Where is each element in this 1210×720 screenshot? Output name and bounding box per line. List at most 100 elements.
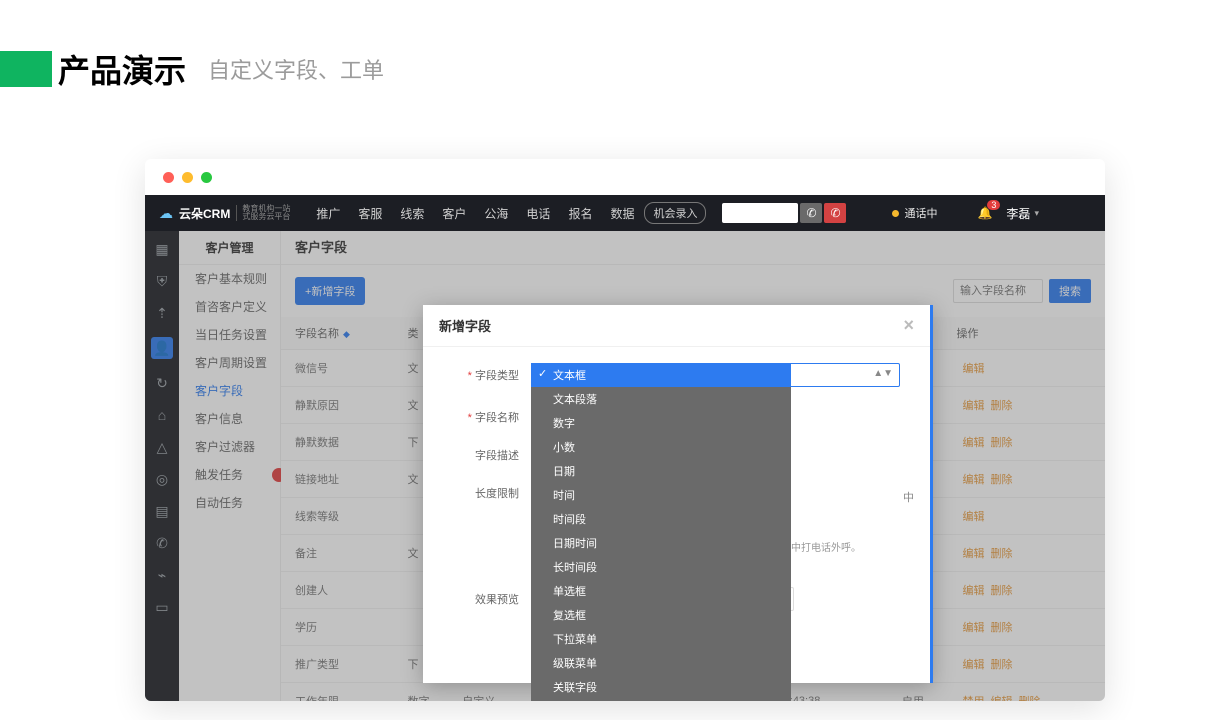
call-button[interactable]: ✆ <box>800 203 822 223</box>
user-icon[interactable]: 👤 <box>151 337 173 359</box>
op-编辑[interactable]: 编辑 <box>991 696 1013 701</box>
nav-item-3[interactable]: 客户 <box>442 205 466 222</box>
brand-name: 云朵CRM <box>179 205 230 222</box>
maximize-dot-icon[interactable] <box>201 172 212 183</box>
option-6[interactable]: 时间段 <box>531 507 791 531</box>
warn-icon[interactable]: △ <box>154 439 170 455</box>
cell: 数字 <box>402 683 457 702</box>
option-0[interactable]: 文本框 <box>531 363 791 387</box>
close-icon[interactable]: × <box>903 315 914 336</box>
op-编辑[interactable]: 编辑 <box>963 474 985 486</box>
notification-bell[interactable]: 🔔 3 <box>977 206 992 220</box>
op-删除[interactable]: 删除 <box>1019 696 1041 701</box>
option-14[interactable]: 上传附件 <box>531 699 791 701</box>
sidebar-item-5[interactable]: 客户信息 <box>179 405 280 433</box>
op-禁用[interactable]: 禁用 <box>963 696 985 701</box>
col-0[interactable]: 字段名称◆ <box>281 317 402 350</box>
sidebar-item-3[interactable]: 客户周期设置 <box>179 349 280 377</box>
option-2[interactable]: 数字 <box>531 411 791 435</box>
option-8[interactable]: 长时间段 <box>531 555 791 579</box>
op-删除[interactable]: 删除 <box>991 659 1013 671</box>
opportunity-entry-button[interactable]: 机会录入 <box>644 202 706 224</box>
cell: 微信号 <box>281 350 402 387</box>
sort-icon[interactable]: ◆ <box>343 329 350 339</box>
doc-icon[interactable]: ▤ <box>154 503 170 519</box>
op-删除[interactable]: 删除 <box>991 474 1013 486</box>
option-4[interactable]: 日期 <box>531 459 791 483</box>
option-13[interactable]: 关联字段 <box>531 675 791 699</box>
op-编辑[interactable]: 编辑 <box>963 585 985 597</box>
op-编辑[interactable]: 编辑 <box>963 363 985 375</box>
option-1[interactable]: 文本段落 <box>531 387 791 411</box>
ops-cell: 编辑 <box>951 350 1105 387</box>
sidebar-item-0[interactable]: 客户基本规则 <box>179 265 280 293</box>
option-10[interactable]: 复选框 <box>531 603 791 627</box>
nav-item-1[interactable]: 客服 <box>358 205 382 222</box>
sidebar-item-7[interactable]: 触发任务 <box>179 461 280 489</box>
op-编辑[interactable]: 编辑 <box>963 659 985 671</box>
sidebar-item-8[interactable]: 自动任务 <box>179 489 280 517</box>
op-删除[interactable]: 删除 <box>991 400 1013 412</box>
status-dot-icon <box>892 210 899 217</box>
top-search-input[interactable] <box>722 203 798 223</box>
sidebar-item-6[interactable]: 客户过滤器 <box>179 433 280 461</box>
sidebar-item-4[interactable]: 客户字段 <box>179 377 280 405</box>
op-删除[interactable]: 删除 <box>991 437 1013 449</box>
field-type-dropdown: 文本框文本段落数字小数日期时间时间段日期时间长时间段单选框复选框下拉菜单级联菜单… <box>531 363 791 701</box>
option-12[interactable]: 级联菜单 <box>531 651 791 675</box>
option-3[interactable]: 小数 <box>531 435 791 459</box>
card-icon[interactable]: ▭ <box>154 599 170 615</box>
field-search-input[interactable] <box>953 279 1043 303</box>
nav-item-0[interactable]: 推广 <box>316 205 340 222</box>
option-7[interactable]: 日期时间 <box>531 531 791 555</box>
option-9[interactable]: 单选框 <box>531 579 791 603</box>
modal-title: 新增字段 <box>439 316 491 335</box>
nav-item-7[interactable]: 数据 <box>610 205 634 222</box>
search-button[interactable]: 搜索 <box>1049 279 1091 303</box>
nav-item-2[interactable]: 线索 <box>400 205 424 222</box>
minimize-dot-icon[interactable] <box>182 172 193 183</box>
select-arrows-icon: ▲▼ <box>873 368 893 379</box>
op-删除[interactable]: 删除 <box>991 622 1013 634</box>
chart-icon[interactable]: ⇡ <box>154 305 170 321</box>
icon-rail: ▦ ⛨ ⇡ 👤 ↻ ⌂ △ ◎ ▤ ✆ ⌁ ▭ <box>145 231 179 701</box>
tag-icon[interactable]: ⌁ <box>154 567 170 583</box>
hangup-button[interactable]: ✆ <box>824 203 846 223</box>
ops-cell: 编辑删除 <box>951 387 1105 424</box>
cell: 推广类型 <box>281 646 402 683</box>
op-编辑[interactable]: 编辑 <box>963 622 985 634</box>
user-name[interactable]: 李磊 <box>1006 205 1030 222</box>
op-编辑[interactable]: 编辑 <box>963 511 985 523</box>
nav-item-6[interactable]: 报名 <box>568 205 592 222</box>
nav-item-5[interactable]: 电话 <box>526 205 550 222</box>
window-traffic-lights <box>145 159 1105 195</box>
op-编辑[interactable]: 编辑 <box>963 548 985 560</box>
sidebar-item-1[interactable]: 首咨客户定义 <box>179 293 280 321</box>
option-5[interactable]: 时间 <box>531 483 791 507</box>
target-icon[interactable]: ◎ <box>154 471 170 487</box>
op-编辑[interactable]: 编辑 <box>963 437 985 449</box>
ops-cell: 编辑 <box>951 498 1105 535</box>
close-dot-icon[interactable] <box>163 172 174 183</box>
col-6[interactable]: 操作 <box>951 317 1105 350</box>
trailing-char: 中 <box>903 489 914 505</box>
brand-logo[interactable]: ☁ 云朵CRM 教育机构一站式服务云平台 <box>159 205 290 222</box>
accent-block <box>0 51 52 87</box>
sidebar-item-2[interactable]: 当日任务设置 <box>179 321 280 349</box>
ops-cell: 禁用 编辑 删除 <box>951 683 1105 702</box>
nav-item-4[interactable]: 公海 <box>484 205 508 222</box>
option-11[interactable]: 下拉菜单 <box>531 627 791 651</box>
phone-icon[interactable]: ✆ <box>154 535 170 551</box>
op-删除[interactable]: 删除 <box>991 585 1013 597</box>
add-field-button[interactable]: +新增字段 <box>295 277 365 305</box>
slide-subtitle: 自定义字段、工单 <box>208 53 384 85</box>
home-icon[interactable]: ⌂ <box>154 407 170 423</box>
op-编辑[interactable]: 编辑 <box>963 400 985 412</box>
shield-icon[interactable]: ⛨ <box>154 273 170 289</box>
grid-icon[interactable]: ▦ <box>154 241 170 257</box>
chevron-down-icon[interactable]: ▾ <box>1034 208 1039 219</box>
loop-icon[interactable]: ↻ <box>154 375 170 391</box>
op-删除[interactable]: 删除 <box>991 548 1013 560</box>
app-window: ☁ 云朵CRM 教育机构一站式服务云平台 推广 客服 线索 客户 公海 电话 报名 数据 机会… <box>145 159 1105 701</box>
cell: 自定义 <box>456 683 528 702</box>
